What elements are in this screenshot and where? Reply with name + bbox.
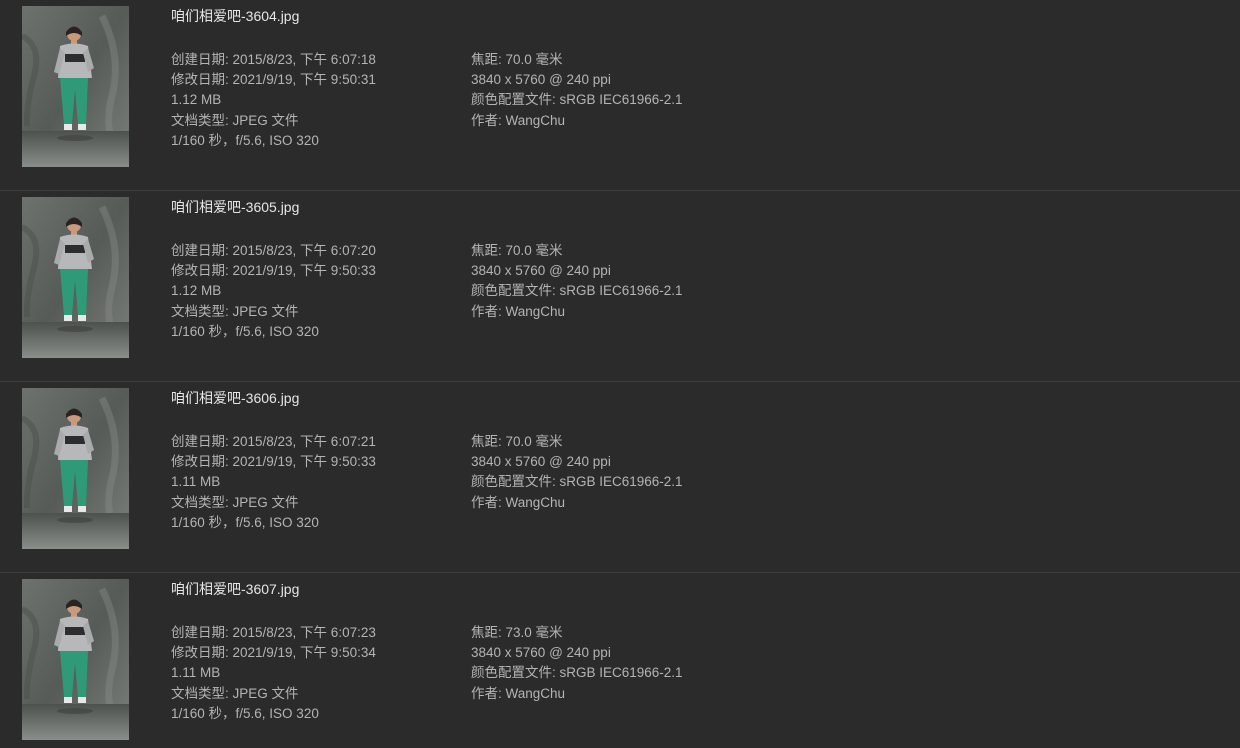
color-profile: 颜色配置文件: sRGB IEC61966-2.1 bbox=[471, 283, 683, 299]
file-size: 1.12 MB bbox=[171, 283, 222, 299]
photo-thumbnail[interactable] bbox=[22, 388, 129, 549]
author: 作者: WangChu bbox=[471, 112, 566, 128]
file-name: 咱们相爱吧-3607.jpg bbox=[171, 581, 300, 597]
file-size: 1.12 MB bbox=[171, 92, 222, 108]
created-date: 创建日期: 2015/8/23, 下午 6:07:23 bbox=[171, 625, 376, 640]
image-dimensions: 3840 x 5760 @ 240 ppi bbox=[471, 72, 611, 88]
file-info-list: 咱们相爱吧-3604.jpg 创建日期: 2015/8/23, 下午 6:07:… bbox=[0, 0, 1240, 748]
exposure-info: 1/160 秒，f/5.6, ISO 320 bbox=[171, 323, 319, 339]
modified-date: 修改日期: 2021/9/19, 下午 9:50:33 bbox=[171, 454, 376, 470]
file-name: 咱们相爱吧-3605.jpg bbox=[171, 199, 300, 215]
file-kind: 文档类型: JPEG 文件 bbox=[171, 303, 299, 319]
file-name: 咱们相爱吧-3606.jpg bbox=[171, 390, 300, 406]
modified-date: 修改日期: 2021/9/19, 下午 9:50:34 bbox=[171, 645, 376, 661]
focal-length: 焦距: 70.0 毫米 bbox=[471, 52, 563, 67]
color-profile: 颜色配置文件: sRGB IEC61966-2.1 bbox=[471, 92, 683, 108]
file-size: 1.11 MB bbox=[171, 474, 221, 490]
file-kind: 文档类型: JPEG 文件 bbox=[171, 494, 299, 510]
color-profile: 颜色配置文件: sRGB IEC61966-2.1 bbox=[471, 665, 683, 681]
file-details-left: 创建日期: 2015/8/23, 下午 6:07:18 修改日期: 2021/9… bbox=[171, 50, 376, 151]
file-row[interactable]: 咱们相爱吧-3606.jpg 创建日期: 2015/8/23, 下午 6:07:… bbox=[0, 382, 1240, 573]
author: 作者: WangChu bbox=[471, 494, 566, 510]
file-details-left: 创建日期: 2015/8/23, 下午 6:07:23 修改日期: 2021/9… bbox=[171, 623, 376, 724]
exposure-info: 1/160 秒，f/5.6, ISO 320 bbox=[171, 132, 319, 148]
color-profile: 颜色配置文件: sRGB IEC61966-2.1 bbox=[471, 474, 683, 490]
file-row[interactable]: 咱们相爱吧-3607.jpg 创建日期: 2015/8/23, 下午 6:07:… bbox=[0, 573, 1240, 748]
created-date: 创建日期: 2015/8/23, 下午 6:07:18 bbox=[171, 52, 376, 67]
image-dimensions: 3840 x 5760 @ 240 ppi bbox=[471, 645, 611, 661]
file-details-right: 焦距: 70.0 毫米 3840 x 5760 @ 240 ppi 颜色配置文件… bbox=[471, 432, 683, 513]
file-row[interactable]: 咱们相爱吧-3604.jpg 创建日期: 2015/8/23, 下午 6:07:… bbox=[0, 0, 1240, 191]
photo-thumbnail[interactable] bbox=[22, 6, 129, 167]
created-date: 创建日期: 2015/8/23, 下午 6:07:21 bbox=[171, 434, 376, 449]
file-details-right: 焦距: 73.0 毫米 3840 x 5760 @ 240 ppi 颜色配置文件… bbox=[471, 623, 683, 704]
file-details-left: 创建日期: 2015/8/23, 下午 6:07:21 修改日期: 2021/9… bbox=[171, 432, 376, 533]
modified-date: 修改日期: 2021/9/19, 下午 9:50:33 bbox=[171, 263, 376, 279]
modified-date: 修改日期: 2021/9/19, 下午 9:50:31 bbox=[171, 72, 376, 88]
focal-length: 焦距: 73.0 毫米 bbox=[471, 625, 563, 640]
photo-thumbnail[interactable] bbox=[22, 579, 129, 740]
image-dimensions: 3840 x 5760 @ 240 ppi bbox=[471, 454, 611, 470]
file-kind: 文档类型: JPEG 文件 bbox=[171, 112, 299, 128]
created-date: 创建日期: 2015/8/23, 下午 6:07:20 bbox=[171, 243, 376, 258]
file-row[interactable]: 咱们相爱吧-3605.jpg 创建日期: 2015/8/23, 下午 6:07:… bbox=[0, 191, 1240, 382]
file-details-right: 焦距: 70.0 毫米 3840 x 5760 @ 240 ppi 颜色配置文件… bbox=[471, 241, 683, 322]
file-size: 1.11 MB bbox=[171, 665, 221, 681]
file-details-left: 创建日期: 2015/8/23, 下午 6:07:20 修改日期: 2021/9… bbox=[171, 241, 376, 342]
photo-thumbnail[interactable] bbox=[22, 197, 129, 358]
author: 作者: WangChu bbox=[471, 303, 566, 319]
focal-length: 焦距: 70.0 毫米 bbox=[471, 243, 563, 258]
image-dimensions: 3840 x 5760 @ 240 ppi bbox=[471, 263, 611, 279]
file-name: 咱们相爱吧-3604.jpg bbox=[171, 8, 300, 24]
exposure-info: 1/160 秒，f/5.6, ISO 320 bbox=[171, 514, 319, 530]
author: 作者: WangChu bbox=[471, 685, 566, 701]
file-kind: 文档类型: JPEG 文件 bbox=[171, 685, 299, 701]
exposure-info: 1/160 秒，f/5.6, ISO 320 bbox=[171, 705, 319, 721]
focal-length: 焦距: 70.0 毫米 bbox=[471, 434, 563, 449]
file-details-right: 焦距: 70.0 毫米 3840 x 5760 @ 240 ppi 颜色配置文件… bbox=[471, 50, 683, 131]
